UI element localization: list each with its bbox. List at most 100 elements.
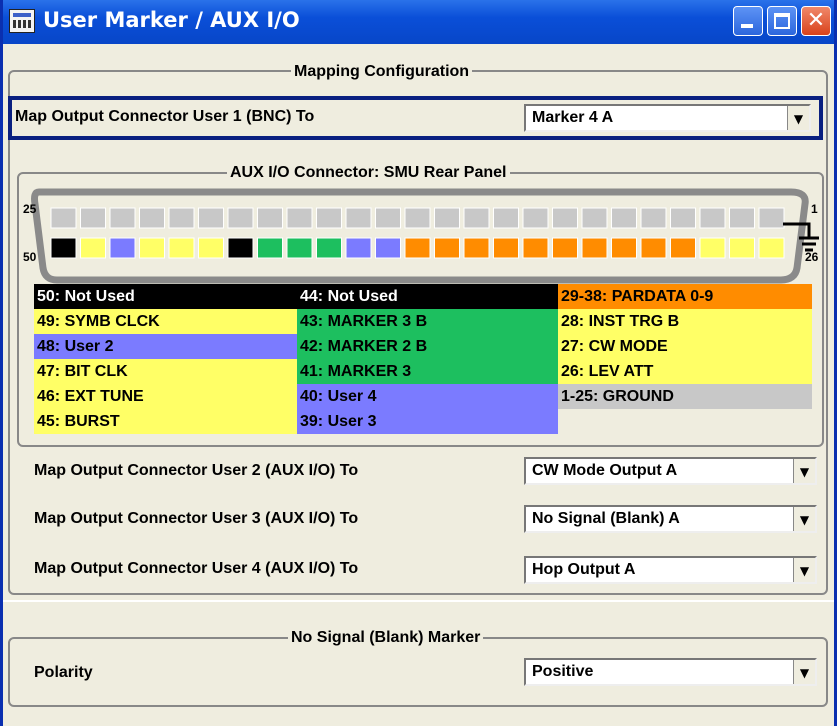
- pin-assignment-cell: 45: BURST: [34, 409, 297, 434]
- connector-pin: [699, 207, 726, 229]
- chevron-down-icon[interactable]: ▼: [787, 106, 809, 130]
- connector-pin: [345, 237, 372, 259]
- pins-bottom-row: [50, 237, 785, 259]
- connector-pin: [522, 237, 549, 259]
- connector-pin: [758, 207, 785, 229]
- connector-pin: [581, 237, 608, 259]
- connector-pin: [168, 207, 195, 229]
- user2-label: Map Output Connector User 2 (AUX I/O) To: [34, 462, 359, 479]
- connector-pin: [611, 237, 637, 259]
- pin-label-25: 25: [23, 202, 37, 216]
- user2-dropdown[interactable]: CW Mode Output A ▼: [524, 457, 817, 485]
- connector-pin: [286, 207, 313, 229]
- connector-pin: [375, 237, 401, 259]
- user1-label: Map Output Connector User 1 (BNC) To: [15, 108, 315, 125]
- connector-pin: [640, 237, 667, 259]
- connector-pin: [552, 207, 578, 229]
- connector-pin: [670, 207, 696, 229]
- connector-pin: [257, 207, 283, 229]
- close-icon: ✕: [806, 8, 826, 33]
- polarity-label: Polarity: [34, 664, 93, 681]
- pin-assignment-cell: 1-25: GROUND: [558, 384, 812, 409]
- user4-value: Hop Output A: [532, 561, 636, 578]
- user3-label: Map Output Connector User 3 (AUX I/O) To: [34, 510, 359, 527]
- window-title: User Marker / AUX I/O: [43, 8, 300, 32]
- connector-pin: [50, 237, 77, 259]
- maximize-icon: [774, 13, 790, 29]
- pins-top-row: [50, 207, 785, 229]
- connector-pin: [198, 207, 224, 229]
- pin-label-26: 26: [805, 250, 819, 264]
- connector-pin: [552, 237, 578, 259]
- pin-assignment-cell: 50: Not Used: [34, 284, 297, 309]
- connector-pin: [640, 207, 667, 229]
- maximize-button[interactable]: [767, 6, 797, 36]
- connector-pin: [139, 207, 165, 229]
- connector-pin: [198, 237, 224, 259]
- title-bar[interactable]: User Marker / AUX I/O ✕: [3, 0, 834, 44]
- pin-assignment-cell: 47: BIT CLK: [34, 359, 297, 384]
- connector-pin: [316, 207, 342, 229]
- pin-assignment-table: 50: Not Used 44: Not Used 29-38: PARDATA 0…: [34, 284, 812, 438]
- pin-assignment-cell: 28: INST TRG B: [558, 309, 812, 334]
- pin-assignment-cell: 43: MARKER 3 B: [297, 309, 558, 334]
- pin-assignment-cell: 42: MARKER 2 B: [297, 334, 558, 359]
- connector-pin: [434, 207, 460, 229]
- section-divider: [3, 600, 834, 602]
- chevron-down-icon[interactable]: ▼: [793, 459, 815, 483]
- connector-pin: [404, 237, 431, 259]
- dialog-window: User Marker / AUX I/O ✕ Mapping Configur…: [0, 0, 837, 726]
- close-button[interactable]: ✕: [801, 6, 831, 36]
- connector-pin: [109, 207, 136, 229]
- connector-pin: [345, 207, 372, 229]
- pin-assignment-cell: 29-38: PARDATA 0-9: [558, 284, 812, 309]
- pin-assignment-cell: 48: User 2: [34, 334, 297, 359]
- connector-pin: [611, 207, 637, 229]
- pin-assignment-cell: 26: LEV ATT: [558, 359, 812, 384]
- connector-pin: [493, 237, 519, 259]
- connector-pin: [168, 237, 195, 259]
- connector-pin: [434, 237, 460, 259]
- connector-pin: [729, 237, 755, 259]
- connector-pin: [109, 237, 136, 259]
- connector-pin: [257, 237, 283, 259]
- connector-pin: [404, 207, 431, 229]
- connector-pin: [463, 237, 490, 259]
- minimize-button[interactable]: [733, 6, 763, 36]
- minimize-icon: [741, 24, 753, 28]
- chevron-down-icon[interactable]: ▼: [793, 660, 815, 684]
- connector-pin: [463, 207, 490, 229]
- pin-assignment-cell: 39: User 3: [297, 409, 558, 434]
- connector-pin: [729, 207, 755, 229]
- user4-label: Map Output Connector User 4 (AUX I/O) To: [34, 560, 359, 577]
- polarity-value: Positive: [532, 663, 594, 680]
- chevron-down-icon[interactable]: ▼: [793, 507, 815, 531]
- connector-pin: [375, 207, 401, 229]
- aux-connector-legend: AUX I/O Connector: SMU Rear Panel: [227, 164, 510, 182]
- connector-pin: [493, 207, 519, 229]
- connector-pin: [227, 207, 254, 229]
- pin-assignment-cell: 44: Not Used: [297, 284, 558, 309]
- polarity-dropdown[interactable]: Positive ▼: [524, 658, 817, 686]
- connector-pin: [670, 237, 696, 259]
- chevron-down-icon[interactable]: ▼: [793, 558, 815, 582]
- mapping-configuration-legend: Mapping Configuration: [291, 63, 473, 81]
- connector-pin: [139, 237, 165, 259]
- user4-dropdown[interactable]: Hop Output A ▼: [524, 556, 817, 584]
- connector-pin: [80, 237, 106, 259]
- connector-pin: [286, 237, 313, 259]
- connector-pin: [758, 237, 785, 259]
- connector-pin: [227, 237, 254, 259]
- user2-value: CW Mode Output A: [532, 462, 678, 479]
- connector-pin: [80, 207, 106, 229]
- aux-connector-diagram: [31, 188, 819, 284]
- connector-pin: [50, 207, 77, 229]
- pin-assignment-cell: 49: SYMB CLCK: [34, 309, 297, 334]
- pin-assignment-cell: 41: MARKER 3: [297, 359, 558, 384]
- connector-outline: [31, 188, 809, 284]
- pin-assignment-cell: 40: User 4: [297, 384, 558, 409]
- user3-dropdown[interactable]: No Signal (Blank) A ▼: [524, 505, 817, 533]
- connector-pin: [316, 237, 342, 259]
- user1-dropdown[interactable]: Marker 4 A ▼: [524, 104, 811, 132]
- user1-value: Marker 4 A: [532, 109, 614, 126]
